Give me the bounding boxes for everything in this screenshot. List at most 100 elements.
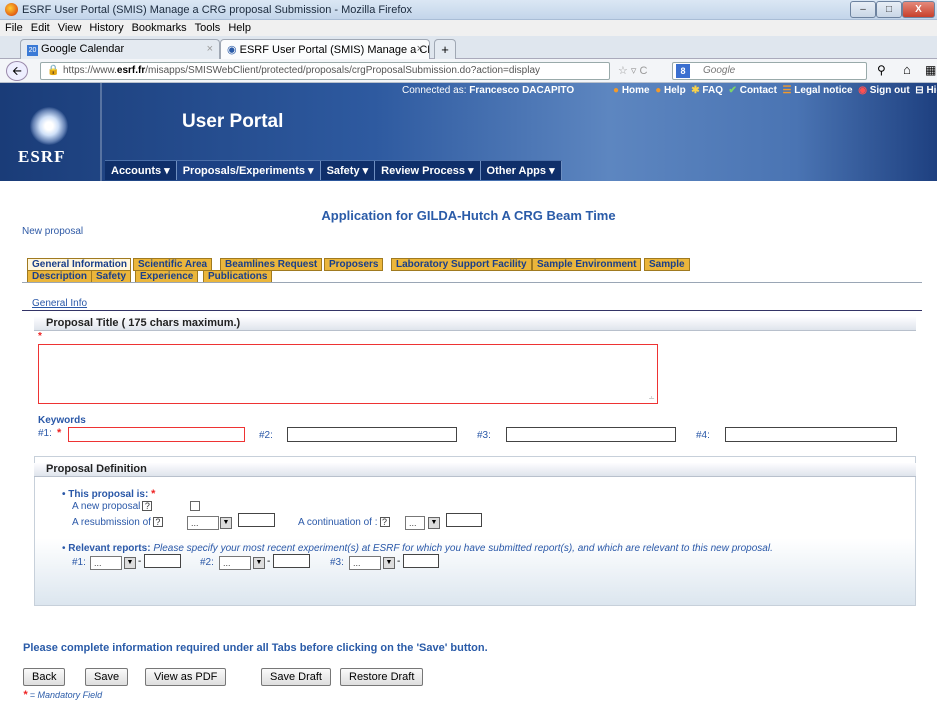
menu-proposals-label: Proposals/Experiments [182,165,305,177]
toolbar-icon[interactable]: ▦ [925,63,936,77]
menu-history[interactable]: History [89,20,123,36]
mandatory-note: * = Mandatory Field [23,689,102,701]
menu-review-process[interactable]: Review Process ▾ [375,161,481,180]
tab-laboratory-support[interactable]: Laboratory Support Facility [391,258,532,271]
home-link[interactable]: Home [622,85,650,96]
menu-bar: File Edit View History Bookmarks Tools Help [0,20,937,36]
menu-edit[interactable]: Edit [31,20,50,36]
menu-other-apps[interactable]: Other Apps ▾ [481,161,562,180]
menu-help[interactable]: Help [228,20,251,36]
tab-close-icon[interactable]: × [417,43,423,55]
tab-bar: 20 Google Calendar × ◉ ESRF User Portal (S… [0,36,937,59]
menu-review-label: Review Process [381,165,465,177]
tab-google-calendar[interactable]: 20 Google Calendar × [20,39,220,59]
search-icon[interactable]: ⚲ [877,63,886,77]
save-draft-button[interactable]: Save Draft [261,668,331,686]
menu-proposals-experiments[interactable]: Proposals/Experiments ▾ [176,161,321,180]
connected-label: Connected as: [402,85,470,96]
view-pdf-button[interactable]: View as PDF [145,668,227,686]
help-icon[interactable]: ? [379,517,390,527]
tab-esrf-portal[interactable]: ◉ ESRF User Portal (SMIS) Manage a CR... … [220,39,430,59]
tabs-divider [22,282,922,283]
menu-accounts-label: Accounts [111,165,162,177]
url-bar[interactable]: 🔒 https://www.esrf.fr/misapps/SMISWebCli… [40,62,610,80]
save-instruction: Please complete information required und… [23,642,488,654]
chevron-down-icon[interactable]: ▼ [253,557,265,569]
proposal-definition-panel [34,456,916,606]
report-3-label: #3: [330,557,344,568]
report-2-select[interactable]: ... [219,556,251,570]
back-button[interactable]: Back [23,668,66,686]
chevron-down-icon[interactable]: ▼ [220,517,232,529]
portal-title: User Portal [182,111,284,132]
menu-file[interactable]: File [5,20,23,36]
required-marker: * [57,427,62,439]
sign-out-link[interactable]: Sign out [870,85,910,96]
keyword-4-input[interactable] [725,427,897,442]
new-tab-button[interactable]: + [434,39,456,59]
legal-notice-icon: ☰ [782,85,792,96]
continuation-number-input[interactable] [446,513,482,527]
minimize-button[interactable]: – [850,1,876,18]
this-proposal-is-label: • This proposal is: * [62,488,156,500]
restore-draft-button[interactable]: Restore Draft [340,668,424,686]
close-button[interactable]: X [902,1,935,18]
connected-as: Connected as: Francesco DACAPITO [402,85,574,96]
keyword-3-label: #3: [477,430,491,441]
faq-link-icon: ✱ [691,85,700,96]
faq-link[interactable]: FAQ [702,85,723,96]
keyword-1-label: #1: [38,428,52,439]
menu-safety[interactable]: Safety ▾ [321,161,376,180]
report-3-number-input[interactable] [403,554,439,568]
globe-icon [30,107,68,145]
main-menu: Accounts ▾ Proposals/Experiments ▾ Safet… [105,160,562,180]
tab-proposers[interactable]: Proposers [324,258,384,271]
menu-bookmarks[interactable]: Bookmarks [132,20,187,36]
legal-notice-link[interactable]: Legal notice [794,85,852,96]
general-info-divider [22,310,922,311]
hide-link[interactable]: Hide [926,85,937,96]
hide-icon: ⊟ [915,85,924,96]
lock-icon: 🔒 [47,65,60,76]
menu-accounts[interactable]: Accounts ▾ [105,161,177,180]
tab-close-icon[interactable]: × [207,43,213,55]
navigation-bar: 🡨 🔒 https://www.esrf.fr/misapps/SMISWebC… [0,59,937,83]
tab-sample[interactable]: Sample [644,258,690,271]
save-button[interactable]: Save [85,668,129,686]
tab-sample-environment[interactable]: Sample Environment [532,258,642,271]
relevant-reports-text: Please specify your most recent experime… [153,543,773,554]
keyword-2-input[interactable] [287,427,457,442]
report-1-label: #1: [72,557,86,568]
report-1-number-input[interactable] [144,554,181,568]
search-box[interactable]: 8 Google [672,62,867,80]
help-link[interactable]: Help [664,85,686,96]
dash-separator: - [138,556,142,567]
menu-tools[interactable]: Tools [195,20,221,36]
resubmission-number-input[interactable] [238,513,275,527]
window-title: ESRF User Portal (SMIS) Manage a CRG pro… [22,4,413,16]
proposal-definition-header: Proposal Definition [34,463,916,477]
chevron-down-icon[interactable]: ▼ [124,557,136,569]
report-1-select[interactable]: ... [90,556,122,570]
new-proposal-checkbox[interactable] [190,501,200,511]
report-2-number-input[interactable] [273,554,310,568]
chevron-down-icon[interactable]: ▼ [428,517,440,529]
menu-view[interactable]: View [58,20,82,36]
url-path: /misapps/SMISWebClient/protected/proposa… [145,65,541,76]
maximize-button[interactable]: □ [876,1,902,18]
general-info-link[interactable]: General Info [32,298,87,309]
back-arrow-icon[interactable]: 🡨 [6,61,28,81]
help-icon[interactable]: ? [152,517,163,527]
menu-other-apps-label: Other Apps [486,165,547,177]
keyword-3-input[interactable] [506,427,676,442]
help-icon[interactable]: ? [142,501,153,511]
bookmark-star-icon[interactable]: ☆ ▿ C [618,64,647,77]
keyword-1-input[interactable] [68,427,245,442]
contact-link[interactable]: Contact [740,85,777,96]
resubmission-select[interactable]: ... [187,516,219,530]
home-icon[interactable]: ⌂ [903,62,911,77]
report-3-select[interactable]: ... [349,556,381,570]
continuation-select[interactable]: ... [405,516,425,530]
chevron-down-icon[interactable]: ▼ [383,557,395,569]
proposal-title-textarea[interactable]: ∸ [38,344,658,404]
